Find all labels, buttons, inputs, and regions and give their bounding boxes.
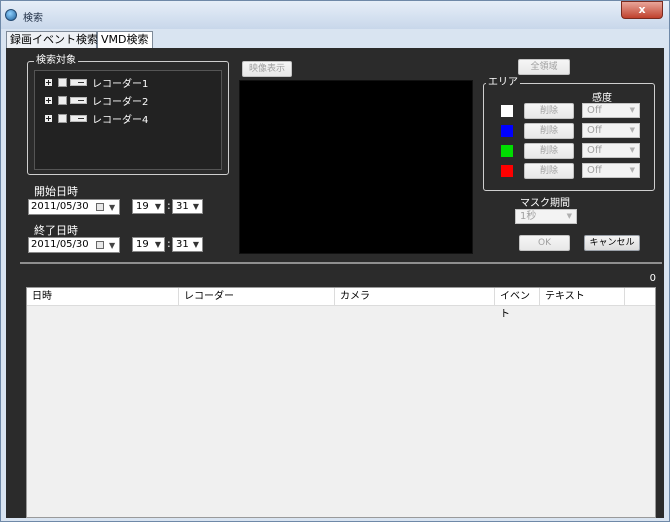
area-legend: エリア: [486, 77, 520, 89]
tree-item-label: レコーダー4: [92, 114, 149, 126]
calendar-icon[interactable]: [96, 241, 104, 249]
tree-item-recorder-4[interactable]: レコーダー4: [35, 111, 149, 126]
chevron-down-icon: ▼: [192, 240, 199, 249]
area-4-sensitivity-select[interactable]: Off ▼: [582, 163, 640, 178]
expand-icon[interactable]: [45, 78, 52, 86]
area-4-sensitivity-value: Off: [587, 165, 602, 176]
tree-item-label: レコーダー2: [92, 96, 149, 108]
start-date-value: 2011/05/30: [31, 201, 89, 212]
area-1-sensitivity-select[interactable]: Off ▼: [582, 103, 640, 118]
all-area-button[interactable]: 全領域: [518, 59, 570, 75]
chevron-down-icon: ▼: [154, 202, 161, 211]
area-2-delete-button[interactable]: 削除: [524, 123, 574, 139]
start-datetime-label: 開始日時: [34, 185, 78, 198]
section-divider: [20, 262, 662, 264]
recorder-tree[interactable]: レコーダー1 レコーダー2 レコーダー4: [34, 70, 222, 170]
start-hour-value: 19: [136, 201, 149, 212]
end-date-field[interactable]: 2011/05/30 ▼: [28, 237, 120, 253]
chevron-down-icon: ▼: [629, 146, 635, 154]
title-bar: 検索 x: [1, 1, 669, 29]
chevron-down-icon: ▼: [154, 240, 161, 249]
window-title: 検索: [23, 13, 43, 24]
mask-period-label: マスク期間: [520, 198, 570, 209]
search-target-group: 検索対象 レコーダー1 レコーダー2 レコーダー4: [27, 55, 229, 175]
close-button[interactable]: x: [621, 1, 663, 19]
expand-icon[interactable]: [45, 114, 52, 122]
vmd-search-panel: 検索対象 レコーダー1 レコーダー2 レコーダー4 開始日時 2011/05/3…: [6, 48, 664, 518]
end-hour-value: 19: [136, 239, 149, 250]
area-3-sensitivity-select[interactable]: Off ▼: [582, 143, 640, 158]
area-1-delete-button[interactable]: 削除: [524, 103, 574, 119]
area-4-delete-button[interactable]: 削除: [524, 163, 574, 179]
search-target-legend: 検索対象: [34, 55, 78, 67]
recorder-1-checkbox[interactable]: [58, 77, 67, 87]
time-separator: :: [167, 237, 171, 250]
expand-icon[interactable]: [45, 96, 52, 104]
column-header-camera[interactable]: カメラ: [335, 288, 495, 306]
tab-recorded-event-search[interactable]: 録画イベント検索: [6, 31, 98, 49]
recorder-4-checkbox[interactable]: [58, 113, 67, 123]
recorder-2-checkbox[interactable]: [58, 95, 67, 105]
chevron-down-icon[interactable]: ▼: [109, 201, 115, 215]
area-2-sensitivity-select[interactable]: Off ▼: [582, 123, 640, 138]
video-preview[interactable]: [239, 80, 473, 254]
end-hour-select[interactable]: 19 ▼: [132, 237, 165, 252]
results-table[interactable]: 日時 レコーダー カメラ イベント テキスト: [26, 287, 656, 518]
start-date-field[interactable]: 2011/05/30 ▼: [28, 199, 120, 215]
chevron-down-icon: ▼: [566, 212, 572, 220]
chevron-down-icon: ▼: [629, 166, 635, 174]
time-separator: :: [167, 199, 171, 212]
area-1-sensitivity-value: Off: [587, 105, 602, 116]
sensitivity-label: 感度: [592, 93, 612, 104]
start-minute-select[interactable]: 31 ▼: [172, 199, 203, 214]
video-display-button[interactable]: 映像表示: [242, 61, 292, 77]
column-header-recorder[interactable]: レコーダー: [179, 288, 335, 306]
mask-period-select[interactable]: 1秒 ▼: [515, 209, 577, 224]
start-hour-select[interactable]: 19 ▼: [132, 199, 165, 214]
area-color-red: [501, 165, 513, 177]
mask-period-value: 1秒: [520, 211, 537, 222]
area-color-green: [501, 145, 513, 157]
chevron-down-icon: ▼: [192, 202, 199, 211]
area-color-white: [501, 105, 513, 117]
cancel-button[interactable]: キャンセル: [584, 235, 640, 251]
recorder-icon: [70, 114, 87, 122]
chevron-down-icon: ▼: [629, 106, 635, 114]
area-group: エリア 感度 削除 Off ▼ 削除 Off ▼ 削除 Off ▼ 削除 Off ▼: [483, 77, 655, 191]
area-3-sensitivity-value: Off: [587, 145, 602, 156]
column-header-datetime[interactable]: 日時: [27, 288, 179, 306]
column-header-event[interactable]: イベント: [495, 288, 540, 320]
ok-button[interactable]: OK: [519, 235, 570, 251]
end-datetime-label: 終了日時: [34, 224, 78, 237]
table-header: 日時 レコーダー カメラ イベント テキスト: [27, 288, 655, 320]
result-count: 0: [649, 273, 656, 284]
column-header-text[interactable]: テキスト: [540, 288, 625, 306]
tree-item-label: レコーダー1: [92, 78, 149, 90]
app-icon: [5, 9, 17, 21]
chevron-down-icon: ▼: [629, 126, 635, 134]
end-minute-value: 31: [176, 239, 189, 250]
recorder-icon: [70, 96, 87, 104]
recorder-icon: [70, 78, 87, 86]
end-date-value: 2011/05/30: [31, 239, 89, 250]
chevron-down-icon[interactable]: ▼: [109, 239, 115, 253]
area-2-sensitivity-value: Off: [587, 125, 602, 136]
tree-item-recorder-1[interactable]: レコーダー1: [35, 75, 149, 90]
end-minute-select[interactable]: 31 ▼: [172, 237, 203, 252]
area-color-blue: [501, 125, 513, 137]
tree-item-recorder-2[interactable]: レコーダー2: [35, 93, 149, 108]
area-3-delete-button[interactable]: 削除: [524, 143, 574, 159]
calendar-icon[interactable]: [96, 203, 104, 211]
start-minute-value: 31: [176, 201, 189, 212]
tab-vmd-search[interactable]: VMD検索: [97, 31, 153, 49]
